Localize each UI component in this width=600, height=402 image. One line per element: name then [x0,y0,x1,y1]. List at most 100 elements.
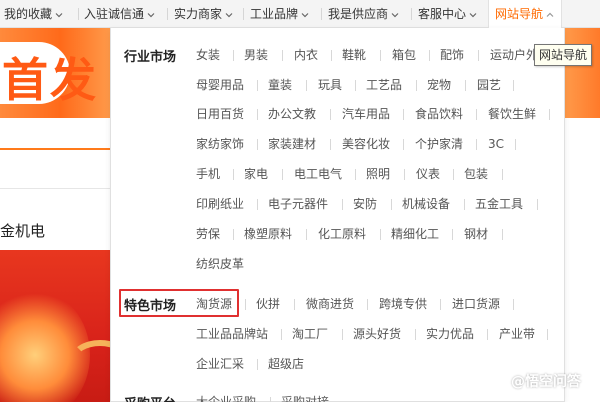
nav-my-favorites[interactable]: 我的收藏 [4,0,64,28]
nav-industrial-brands[interactable]: 工业品牌 [250,0,310,28]
link-separator [478,50,479,61]
market-link[interactable]: 配饰 [440,47,464,63]
market-link[interactable]: 食品饮料 [415,106,463,122]
market-link[interactable]: 橡塑原料 [244,226,292,242]
category-label[interactable]: 金机电 [0,220,45,241]
link-separator [257,359,258,370]
nav-label: 工业品牌 [250,7,299,21]
link-separator [549,109,550,120]
chevron-up-icon [546,12,554,17]
market-link[interactable]: 园艺 [477,77,501,93]
chevron-down-icon [225,12,233,17]
link-separator [330,139,331,150]
link-separator [233,169,234,180]
market-link[interactable]: 男装 [244,47,268,63]
gray-divider [0,188,110,189]
market-link[interactable]: 超级店 [268,356,304,372]
market-link[interactable]: 包装 [464,166,488,182]
market-link[interactable]: 企业汇采 [196,356,244,372]
market-link[interactable]: 钢材 [464,226,488,242]
market-link[interactable]: 劳保 [196,226,220,242]
market-link[interactable]: 运动户外 [490,47,538,63]
nav-i-am-supplier[interactable]: 我是供应商 [328,0,400,28]
link-separator [502,169,503,180]
nav-label: 我是供应商 [328,7,389,21]
market-link[interactable]: 跨境专供 [379,296,427,312]
link-separator [391,199,392,210]
market-link[interactable]: 机械设备 [402,196,450,212]
market-link[interactable]: 3C [488,136,504,152]
section-title-industry-market: 行业市场 [124,50,177,65]
link-separator [476,109,477,120]
nav-label: 我的收藏 [4,7,53,21]
orange-divider [0,148,110,150]
market-link[interactable]: 母婴用品 [196,77,244,93]
market-link[interactable]: 美容化妆 [342,136,390,152]
link-separator [306,229,307,240]
link-separator [416,80,417,91]
nav-site-navigation[interactable]: 网站导航 [488,0,563,29]
link-separator [233,50,234,61]
link-separator [453,169,454,180]
nav-strong-merchants[interactable]: 实力商家 [174,0,234,28]
market-link[interactable]: 个护家清 [415,136,463,152]
market-link[interactable]: 微商进货 [306,296,354,312]
link-separator [537,199,538,210]
market-link[interactable]: 家电 [244,166,268,182]
market-link[interactable]: 印刷纸业 [196,196,244,212]
chevron-down-icon [391,12,399,17]
link-separator [415,329,416,340]
right-panel [565,118,600,402]
market-link[interactable]: 宠物 [427,77,451,93]
link-separator [513,80,514,91]
nav-join-trustpass[interactable]: 入驻诚信通 [84,0,156,28]
market-link[interactable]: 女装 [196,47,220,63]
market-link[interactable]: 源头好货 [353,326,401,342]
link-separator [342,199,343,210]
market-link[interactable]: 家纺家饰 [196,136,244,152]
market-link[interactable]: 汽车用品 [342,106,390,122]
market-link[interactable]: 日用百货 [196,106,244,122]
link-separator [281,329,282,340]
market-link[interactable]: 采购对接 [281,394,329,402]
link-separator [282,50,283,61]
market-link[interactable]: 产业带 [499,326,535,342]
market-link[interactable]: 五金工具 [475,196,523,212]
market-link[interactable]: 精细化工 [391,226,439,242]
market-link[interactable]: 童装 [268,77,292,93]
promo-banner[interactable]: 首发 [0,28,110,118]
link-separator [282,169,283,180]
market-link[interactable]: 淘货源 [196,296,232,312]
link-separator [306,80,307,91]
market-link[interactable]: 工业品品牌站 [196,326,268,342]
market-link[interactable]: 手机 [196,166,220,182]
market-link[interactable]: 电工电气 [294,166,342,182]
market-link[interactable]: 箱包 [392,47,416,63]
market-link[interactable]: 大企业采购 [196,394,256,402]
market-link[interactable]: 安防 [353,196,377,212]
market-link[interactable]: 照明 [366,166,390,182]
market-link[interactable]: 鞋靴 [342,47,366,63]
market-link[interactable]: 玩具 [318,77,342,93]
market-link[interactable]: 仪表 [416,166,440,182]
link-separator [429,50,430,61]
link-separator [380,229,381,240]
link-separator [257,199,258,210]
market-link[interactable]: 淘工厂 [292,326,328,342]
nav-customer-service[interactable]: 客服中心 [418,0,478,28]
market-link[interactable]: 家装建材 [268,136,316,152]
market-link[interactable]: 化工原料 [318,226,366,242]
market-link[interactable]: 内衣 [294,47,318,63]
market-link[interactable]: 餐饮生鲜 [488,106,536,122]
market-link[interactable]: 伙拼 [256,296,280,312]
market-link[interactable]: 进口货源 [452,296,500,312]
market-link[interactable]: 纺织皮革 [196,256,244,272]
market-link[interactable]: 电子元器件 [268,196,328,212]
market-link[interactable]: 办公文教 [268,106,316,122]
market-link[interactable]: 工艺品 [366,77,402,93]
market-link[interactable]: 实力优品 [426,326,474,342]
promo-banner-bottom[interactable] [0,250,110,402]
link-separator [355,169,356,180]
link-separator [331,50,332,61]
link-separator [342,329,343,340]
